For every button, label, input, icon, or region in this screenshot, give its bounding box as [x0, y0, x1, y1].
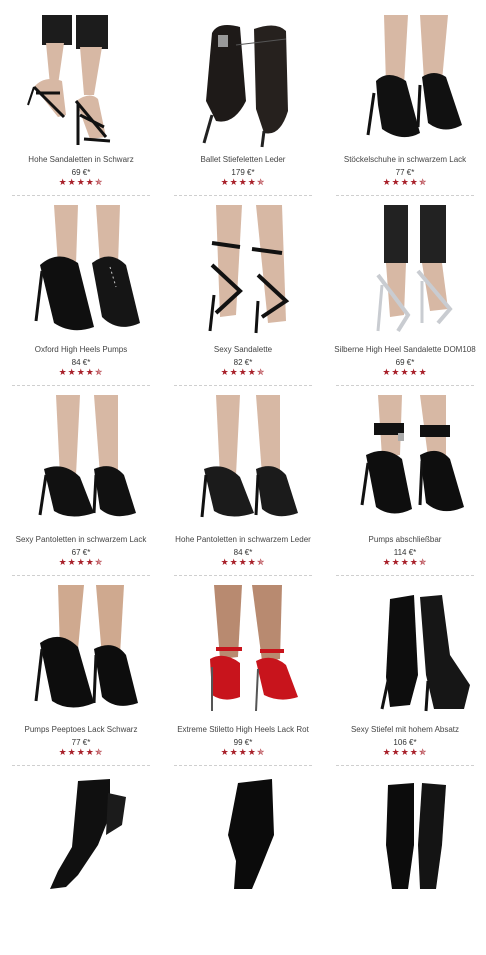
product-card[interactable]: Sexy Pantoletten in schwarzem Lack 67 €*…: [0, 385, 162, 576]
product-name[interactable]: Hohe Pantoletten in schwarzem Leder: [162, 535, 324, 544]
product-price: 84 €*: [71, 358, 91, 367]
rating-stars: ★★★★✯: [58, 177, 104, 187]
rating-stars: ★★★★✯: [220, 367, 266, 377]
pump-black-image: [366, 15, 462, 138]
product-price: 99 €*: [233, 738, 253, 747]
product-card[interactable]: [0, 765, 162, 955]
product-card[interactable]: Hohe Sandaletten in Schwarz 69 €* ★★★★✯: [0, 5, 162, 196]
rating-stars: ★★★★✯: [220, 177, 266, 187]
product-price: 67 €*: [71, 548, 91, 557]
product-image[interactable]: [176, 775, 310, 890]
rating-stars: ★★★★✯: [382, 747, 428, 757]
product-price: 82 €*: [233, 358, 253, 367]
product-image[interactable]: [176, 15, 310, 151]
product-name[interactable]: Extreme Stiletto High Heels Lack Rot: [162, 725, 324, 734]
product-name[interactable]: Pumps Peeptoes Lack Schwarz: [0, 725, 162, 734]
rating-stars: ★★★★✯: [58, 557, 104, 567]
product-card[interactable]: Silberne High Heel Sandalette DOM108 69 …: [324, 195, 486, 386]
rating-stars: ★★★★✯: [382, 177, 428, 187]
product-price: 114 €*: [393, 548, 417, 557]
rating-stars: ★★★★✯: [58, 747, 104, 757]
oxford-pump-image: [34, 205, 140, 331]
product-card[interactable]: Pumps abschließbar 114 €* ★★★★✯: [324, 385, 486, 576]
product-name[interactable]: Hohe Sandaletten in Schwarz: [0, 155, 162, 164]
product-image[interactable]: [338, 205, 472, 341]
product-card[interactable]: [324, 765, 486, 955]
locking-pump-image: [360, 395, 464, 514]
product-price: 69 €*: [395, 358, 415, 367]
thigh-boot-image: [50, 779, 126, 889]
thigh-boot-image: [228, 779, 274, 889]
product-image[interactable]: [14, 585, 148, 721]
product-name[interactable]: Pumps abschließbar: [324, 535, 486, 544]
rating-stars: ★★★★✯: [220, 747, 266, 757]
product-card[interactable]: Extreme Stiletto High Heels Lack Rot 99 …: [162, 575, 324, 766]
product-card[interactable]: [162, 765, 324, 955]
mule-leather-image: [200, 395, 298, 518]
product-image[interactable]: [338, 775, 472, 890]
product-card[interactable]: Sexy Stiefel mit hohem Absatz 106 €* ★★★…: [324, 575, 486, 766]
product-price: 69 €*: [71, 168, 91, 177]
rating-stars: ★★★★✯: [220, 557, 266, 567]
product-card[interactable]: Sexy Sandalette 82 €* ★★★★✯: [162, 195, 324, 386]
silver-sandal-image: [376, 205, 453, 333]
thigh-boot-image: [386, 783, 446, 889]
product-image[interactable]: [176, 205, 310, 341]
product-name[interactable]: Sexy Sandalette: [162, 345, 324, 354]
sandal-black-image: [27, 15, 111, 145]
rating-stars: ★★★★✯: [382, 557, 428, 567]
product-image[interactable]: [338, 395, 472, 531]
product-image[interactable]: [14, 205, 148, 341]
product-price: 106 €*: [393, 738, 417, 747]
product-card[interactable]: Pumps Peeptoes Lack Schwarz 77 €* ★★★★✯: [0, 575, 162, 766]
product-card[interactable]: Stöckelschuhe in schwarzem Lack 77 €* ★★…: [324, 5, 486, 196]
peeptoe-pump-image: [34, 585, 138, 708]
product-price: 84 €*: [233, 548, 253, 557]
product-name[interactable]: Sexy Stiefel mit hohem Absatz: [324, 725, 486, 734]
product-image[interactable]: [14, 775, 148, 890]
red-stiletto-image: [210, 585, 298, 712]
knee-boot-image: [380, 595, 470, 712]
product-price: 179 €*: [231, 168, 255, 177]
product-image[interactable]: [338, 15, 472, 151]
product-price: 77 €*: [395, 168, 415, 177]
product-name[interactable]: Oxford High Heels Pumps: [0, 345, 162, 354]
product-image[interactable]: [176, 395, 310, 531]
product-image[interactable]: [176, 585, 310, 721]
rating-stars: ★★★★★: [382, 367, 428, 377]
product-grid: Hohe Sandaletten in Schwarz 69 €* ★★★★✯ …: [0, 0, 486, 890]
product-name[interactable]: Stöckelschuhe in schwarzem Lack: [324, 155, 486, 164]
product-name[interactable]: Sexy Pantoletten in schwarzem Lack: [0, 535, 162, 544]
product-name[interactable]: Silberne High Heel Sandalette DOM108: [324, 345, 486, 354]
strap-sandal-image: [208, 205, 290, 334]
product-price: 77 €*: [71, 738, 91, 747]
product-image[interactable]: [338, 585, 472, 721]
rating-stars: ★★★★✯: [58, 367, 104, 377]
product-image[interactable]: [14, 15, 148, 151]
product-name[interactable]: Ballet Stiefeletten Leder: [162, 155, 324, 164]
ballet-boot-image: [202, 25, 288, 148]
product-card[interactable]: Hohe Pantoletten in schwarzem Leder 84 €…: [162, 385, 324, 576]
mule-black-image: [38, 395, 136, 517]
product-image[interactable]: [14, 395, 148, 531]
product-card[interactable]: Ballet Stiefeletten Leder 179 €* ★★★★✯: [162, 5, 324, 196]
product-card[interactable]: Oxford High Heels Pumps 84 €* ★★★★✯: [0, 195, 162, 386]
